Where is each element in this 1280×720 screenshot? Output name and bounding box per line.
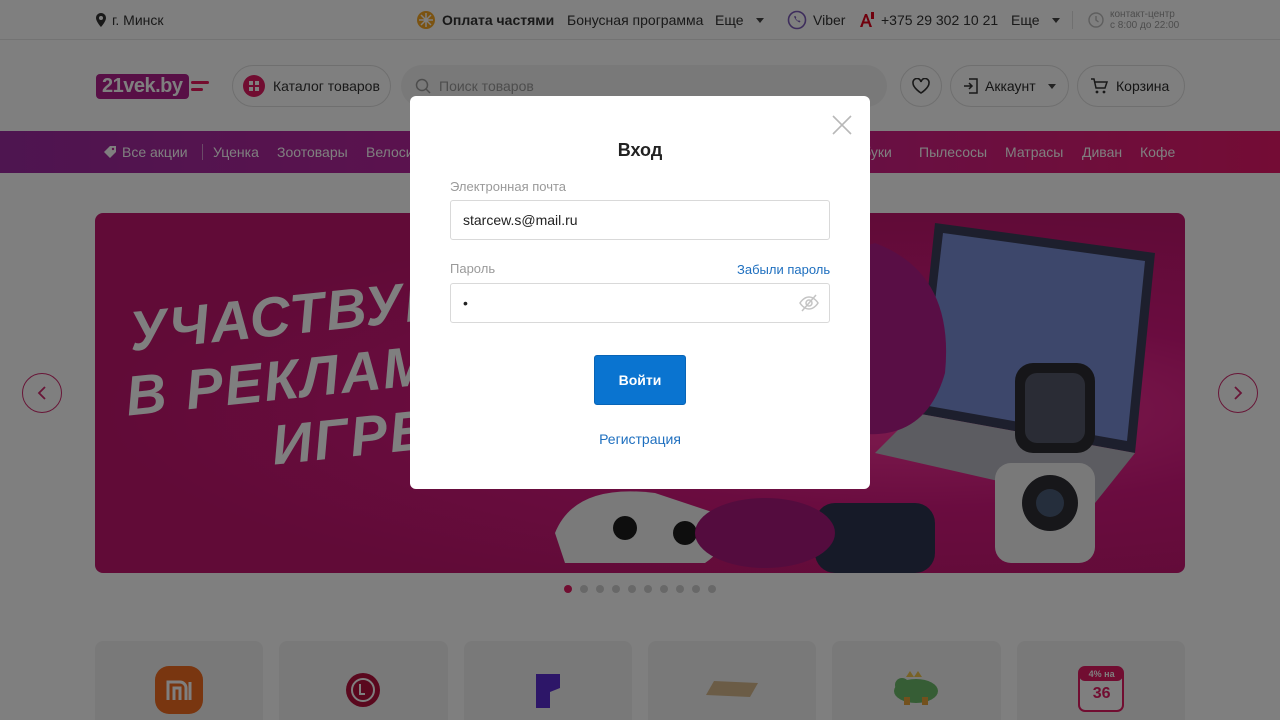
register-link[interactable]: Регистрация <box>410 431 870 447</box>
password-label: Пароль <box>450 261 496 276</box>
forgot-password-link[interactable]: Забыли пароль <box>737 262 830 277</box>
password-field-wrapper: • <box>450 283 830 323</box>
email-field[interactable] <box>463 212 783 228</box>
close-icon[interactable] <box>831 114 853 136</box>
email-label: Электронная почта <box>450 179 567 194</box>
login-button[interactable]: Войти <box>594 355 686 405</box>
login-modal: Вход Электронная почта Пароль Забыли пар… <box>410 96 870 489</box>
password-field[interactable]: • <box>463 295 468 311</box>
modal-title: Вход <box>617 140 663 160</box>
eye-off-icon[interactable] <box>799 294 819 312</box>
email-field-wrapper <box>450 200 830 240</box>
